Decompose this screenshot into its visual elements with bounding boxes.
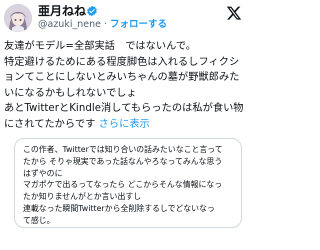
post-body-line-last: にされてたからです さらに表示 <box>4 117 248 133</box>
separator-dot: · <box>103 19 108 30</box>
quote-line: マガポケで出るってなったら どこからそんな情報になっ <box>23 180 223 190</box>
avatar[interactable] <box>4 4 32 32</box>
post-body-line: あとTwitterとKindle消してもらったのは私が食い物 <box>4 103 244 115</box>
post-body-line: にされてたからです <box>4 118 96 130</box>
post-body-line: 特定避けるためにある程度脚色は入れるしフィクシ <box>4 56 240 68</box>
quote-line: たか知りませんがとか言い出すし <box>23 192 142 202</box>
author-display-name[interactable]: 亜月ねね <box>38 4 86 18</box>
anime-avatar-icon <box>4 4 32 32</box>
post-header: 亜月ねね @azuki_nene · フォローする <box>0 0 250 32</box>
quoted-post-card[interactable]: この作者、Twitterでは知り合いの話みたいなこと言って たから そりゃ現実で… <box>14 138 242 228</box>
quote-line: たから そりゃ現実であった話なんやろなってみんな思う <box>23 156 223 166</box>
quote-line: 連載なった瞬間Twitterから全削除するしでどないなっ <box>23 203 215 213</box>
quote-line: この作者、Twitterでは知り合いの話みたいなこと言って <box>23 145 223 154</box>
author-handle[interactable]: @azuki_nene <box>38 19 101 30</box>
author-handle-row: @azuki_nene · フォローする <box>38 19 167 30</box>
post-body-line: 友達がモデル=全部実話 ではないんで。 <box>4 41 196 52</box>
show-more-link[interactable]: さらに表示 <box>99 119 150 130</box>
quote-line: て感じ。 <box>23 215 55 225</box>
quoted-post-text: この作者、Twitterでは知り合いの話みたいなこと言って たから そりゃ現実で… <box>23 144 237 227</box>
post-body-line: ョンてことにしないとみいちゃんの墓が野獣郎みた <box>4 72 240 84</box>
quote-line: はずやのに <box>23 168 63 178</box>
verified-badge-icon <box>87 5 97 17</box>
follow-button[interactable]: フォローする <box>110 19 167 30</box>
x-logo-icon[interactable] <box>226 5 242 21</box>
post-body-line: いになるかもしれないでしょ <box>4 87 137 99</box>
post-body: 友達がモデル=全部実話 ではないんで。 特定避けるためにある程度脚色は入れるしフ… <box>4 39 248 133</box>
